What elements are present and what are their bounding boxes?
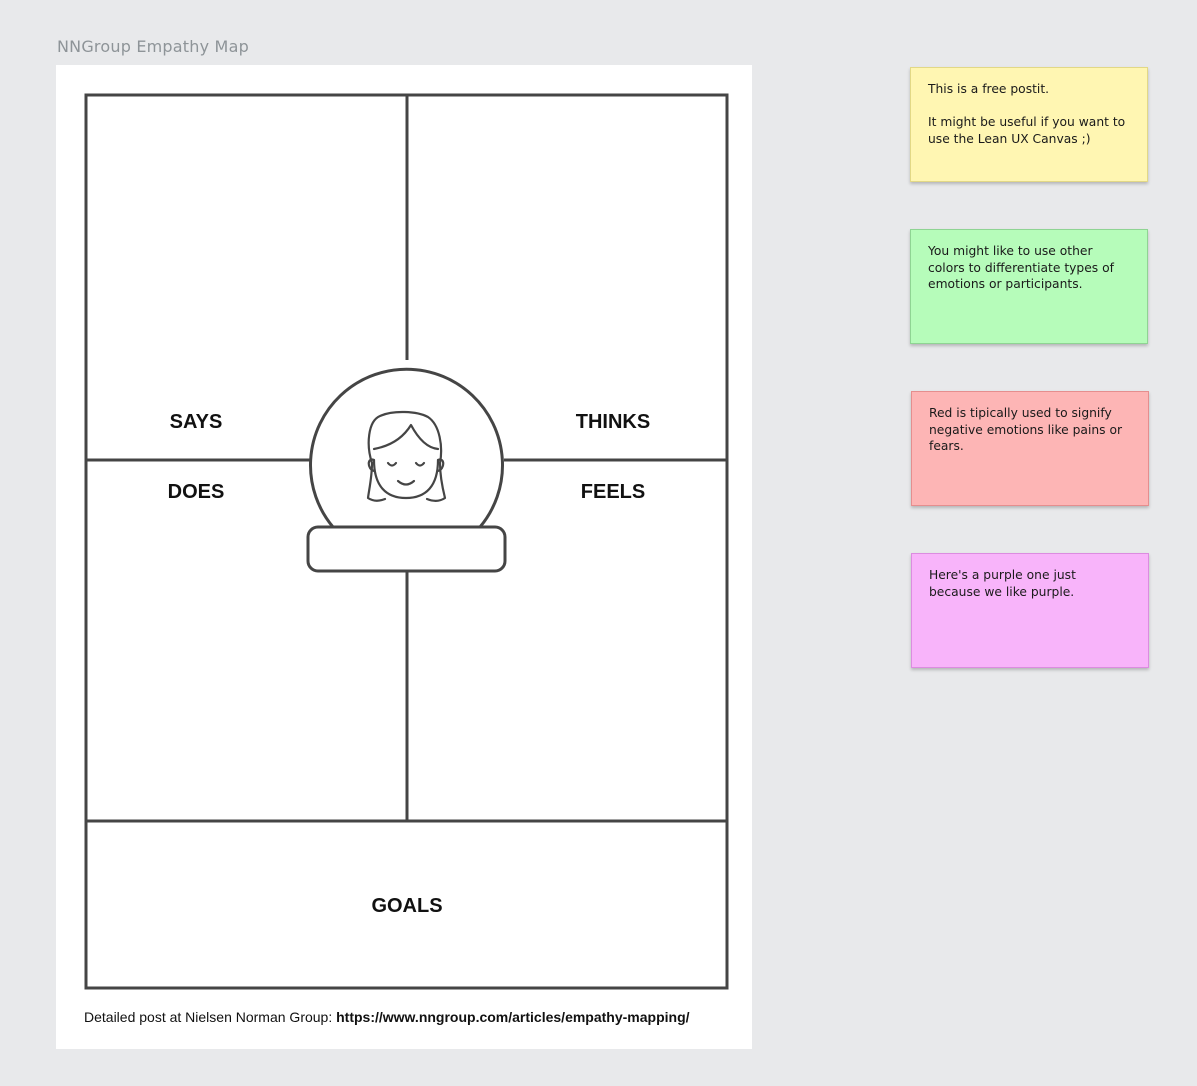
woman-avatar-icon	[366, 410, 447, 502]
nngroup-article-link[interactable]: https://www.nngroup.com/articles/empathy…	[336, 1009, 689, 1025]
postit-green[interactable]: You might like to use other colors to di…	[910, 229, 1148, 344]
does-label[interactable]: DOES	[168, 481, 225, 504]
postit-red[interactable]: Red is tipically used to signify negativ…	[911, 391, 1149, 506]
postit-yellow[interactable]: This is a free postit. It might be usefu…	[910, 67, 1148, 182]
postit-purple[interactable]: Here's a purple one just because we like…	[911, 553, 1149, 668]
persona-name-box	[306, 525, 507, 573]
source-footer: Detailed post at Nielsen Norman Group: h…	[84, 1009, 690, 1025]
frame-title[interactable]: NNGroup Empathy Map	[57, 37, 249, 56]
footer-prefix: Detailed post at Nielsen Norman Group:	[84, 1009, 337, 1025]
empathy-map-board[interactable]: SAYS THINKS DOES FEELS GOALS Detailed po…	[56, 65, 752, 1049]
persona-head-circle	[309, 367, 504, 528]
goals-label[interactable]: GOALS	[371, 895, 442, 918]
says-label[interactable]: SAYS	[170, 411, 223, 434]
thinks-label[interactable]: THINKS	[576, 411, 650, 434]
feels-label[interactable]: FEELS	[581, 481, 645, 504]
